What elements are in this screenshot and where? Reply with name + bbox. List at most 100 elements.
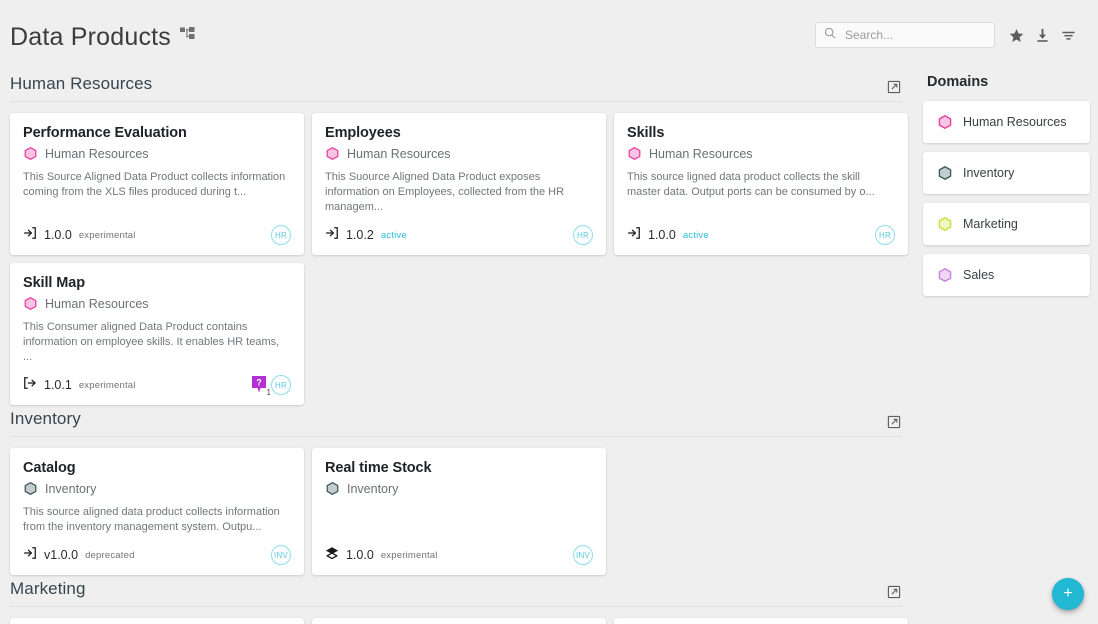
data-product-card[interactable]: Skill Map Human Resources This Consumer al… (10, 263, 304, 405)
card-footer: 1.0.0 experimental HR (23, 225, 291, 245)
card-footer: v1.0.0 deprecated INV (23, 545, 291, 565)
card-title: Skill Map (23, 275, 85, 291)
domain-hexagon-icon (23, 146, 38, 161)
card-domain: Human Resources (627, 146, 895, 161)
hierarchy-icon (180, 19, 195, 39)
owner-avatar: INV (573, 545, 593, 565)
data-product-card[interactable]: Real time Stock Inventory 1.0.0 experimenta… (312, 448, 606, 575)
data-product-card[interactable]: Catalog Inventory This source aligned data… (10, 448, 304, 575)
filter-icon[interactable] (1061, 28, 1076, 43)
owner-avatar: HR (271, 225, 291, 245)
sidebar-item-inventory[interactable]: Inventory (923, 152, 1090, 194)
card-domain: Human Resources (23, 296, 291, 311)
data-product-card[interactable]: Employees Human Resources This Suource Ali… (312, 113, 606, 255)
page-title-text: Data Products (10, 22, 172, 51)
data-product-card[interactable]: Performance Evaluation Human Resources Thi… (10, 113, 304, 255)
card-footer-right: HR (271, 225, 291, 245)
layers-icon (325, 546, 339, 565)
domain-hexagon-icon (627, 146, 642, 161)
page-body: Human Resources Performance Evaluation Hum… (0, 70, 1098, 624)
arrow-into-bracket-icon (23, 546, 37, 565)
domain-hexagon-icon (937, 216, 953, 232)
card-description: This source aligned data product collect… (23, 506, 280, 533)
card-title: Performance Evaluation (23, 125, 187, 141)
card-domain: Inventory (325, 481, 593, 496)
version-label: 1.0.1 (44, 378, 72, 392)
owner-avatar: HR (271, 375, 291, 395)
card-footer: 1.0.0 active HR (627, 225, 895, 245)
sidebar-item-label: Marketing (963, 217, 1018, 231)
section-title: Inventory (10, 409, 81, 428)
arrow-into-bracket-icon (325, 226, 339, 245)
search-icon (824, 26, 836, 44)
domain-hexagon-icon (937, 267, 953, 283)
owner-avatar: HR (875, 225, 895, 245)
arrow-into-bracket-icon (23, 226, 37, 245)
status-badge: experimental (78, 379, 136, 391)
search-box[interactable] (815, 22, 995, 48)
data-product-card[interactable]: Skills Human Resources This source ligned … (614, 113, 908, 255)
card-description: This source ligned data product collects… (627, 171, 875, 198)
quality-badge[interactable]: ? 1 (251, 375, 271, 397)
status-badge: active (380, 229, 407, 241)
status-badge: experimental (78, 229, 136, 241)
add-data-product-button[interactable]: + (1052, 578, 1084, 610)
card-domain-label: Human Resources (45, 146, 149, 161)
favorite-icon[interactable] (1009, 28, 1024, 43)
sidebar-item-sales[interactable]: Sales (923, 254, 1090, 296)
version-label: 1.0.0 (44, 228, 72, 242)
section-title: Human Resources (10, 74, 153, 93)
domain-hexagon-icon (325, 481, 340, 496)
section-header: Human Resources (10, 74, 903, 102)
status-badge: active (682, 229, 709, 241)
page-title: Data Products (10, 19, 195, 52)
card-domain-label: Inventory (45, 481, 97, 496)
open-in-new-icon[interactable] (887, 585, 903, 599)
sidebar-item-marketing[interactable]: Marketing (923, 203, 1090, 245)
arrow-out-of-bracket-icon (23, 376, 37, 395)
owner-avatar: HR (573, 225, 593, 245)
card-description: This Suource Aligned Data Product expose… (325, 171, 565, 213)
open-in-new-icon[interactable] (887, 415, 903, 429)
data-product-card[interactable]: Loyalty & CampainsMarketing (614, 618, 908, 624)
top-bar: Data Products (0, 0, 1098, 70)
card-footer-right: INV (271, 545, 291, 565)
card-description: This Source Aligned Data Product collect… (23, 171, 286, 198)
version-label: v1.0.0 (44, 548, 79, 562)
section-header: Inventory (10, 409, 903, 437)
data-product-card[interactable]: Customer ReportingMarketing (10, 618, 304, 624)
version-label: 1.0.0 (648, 228, 676, 242)
sidebar-item-label: Sales (963, 268, 995, 282)
domain-hexagon-icon (937, 165, 953, 181)
svg-text:?: ? (256, 377, 262, 387)
owner-avatar: INV (271, 545, 291, 565)
card-footer: 1.0.2 active HR (325, 225, 593, 245)
card-footer: 1.0.0 experimental INV (325, 545, 593, 565)
open-in-new-icon[interactable] (887, 80, 903, 94)
download-icon[interactable] (1035, 28, 1050, 43)
card-title: Catalog (23, 460, 76, 476)
topbar-actions (1009, 28, 1076, 43)
card-domain-label: Human Resources (649, 146, 753, 161)
search-input[interactable] (843, 27, 986, 43)
domains-title: Domains (927, 74, 989, 90)
sidebar-item-human-resources[interactable]: Human Resources (923, 101, 1090, 143)
card-footer: 1.0.1 experimental? 1 HR (23, 375, 291, 397)
arrow-into-bracket-icon (627, 226, 641, 245)
card-title: Skills (627, 125, 665, 141)
section-inventory: Inventory Catalog Inventory This source ali… (10, 409, 915, 575)
data-product-card[interactable]: Customer HabitsMarketing (312, 618, 606, 624)
card-domain: Human Resources (23, 146, 291, 161)
domains-sidebar: Domains Human Resources Inventory Marketin… (915, 70, 1098, 624)
quality-badge-count: 1 (266, 388, 271, 397)
card-domain-label: Human Resources (347, 146, 451, 161)
card-footer-right: INV (573, 545, 593, 565)
version-label: 1.0.0 (346, 548, 374, 562)
section-human-resources: Human Resources Performance Evaluation Hum… (10, 74, 915, 405)
card-title: Real time Stock (325, 460, 432, 476)
section-title: Marketing (10, 579, 86, 598)
cards-grid: Customer ReportingMarketing Customer Habi… (10, 607, 915, 624)
card-domain-label: Human Resources (45, 296, 149, 311)
card-footer-right: ? 1 HR (251, 375, 291, 397)
sidebar-item-label: Human Resources (963, 115, 1067, 129)
